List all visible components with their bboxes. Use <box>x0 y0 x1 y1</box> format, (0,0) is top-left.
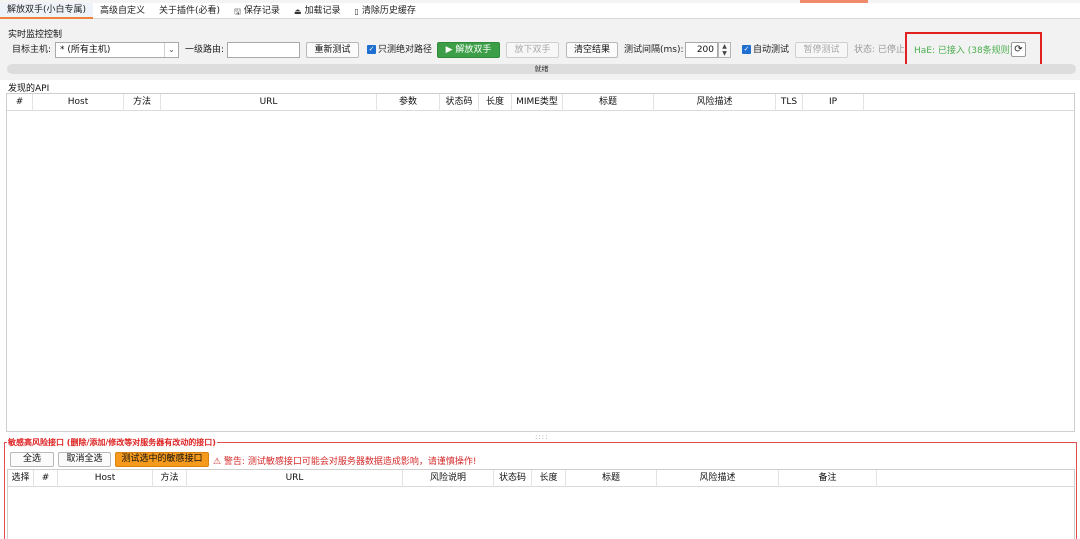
auto-test-checkbox[interactable]: ✓ <box>742 45 751 54</box>
col-risk[interactable]: 风险描述 <box>654 94 776 111</box>
retest-button[interactable]: 重新测试 <box>306 42 359 58</box>
spinner-arrows-icon[interactable]: ▲ ▼ <box>718 42 731 58</box>
col-mime[interactable]: MIME类型 <box>512 94 563 111</box>
sensitive-table: 选择 # Host 方法 URL 风险说明 状态码 长度 标题 风险描述 备注 <box>7 469 1075 539</box>
select-all-button[interactable]: 全选 <box>10 452 54 467</box>
split-handle[interactable]: :::: <box>535 433 548 441</box>
route-input[interactable] <box>227 42 300 58</box>
tab-clear-cache[interactable]: ▯ 清除历史缓存 <box>348 3 423 19</box>
tab-load-record[interactable]: ⏏ 加载记录 <box>287 3 348 19</box>
interval-input[interactable]: 200 ▲ ▼ <box>685 42 731 58</box>
auto-test-label: 自动测试 <box>753 45 790 55</box>
absolute-path-label: 只测绝对路径 <box>378 45 433 55</box>
tab-free-hands[interactable]: 解放双手(小白专属) <box>0 3 94 19</box>
tab-advanced[interactable]: 高级自定义 <box>93 3 152 19</box>
tab-save-record[interactable]: 🖫 保存记录 <box>227 3 287 19</box>
interval-label: 测试间隔(ms): <box>624 45 684 55</box>
col-select[interactable]: 选择 <box>8 470 34 487</box>
trash-icon: ▯ <box>354 6 359 16</box>
col-risk-note[interactable]: 风险说明 <box>403 470 494 487</box>
hae-status: HaE: 已接入 (38条规则) <box>914 46 1014 56</box>
col-length[interactable]: 长度 <box>479 94 512 111</box>
chevron-down-icon: ⌄ <box>164 43 178 57</box>
col-method[interactable]: 方法 <box>124 94 161 111</box>
test-selected-button[interactable]: 测试选中的敏感接口 <box>115 452 209 467</box>
col-host[interactable]: Host <box>58 470 153 487</box>
col-length[interactable]: 长度 <box>532 470 566 487</box>
absolute-path-checkbox[interactable]: ✓ <box>367 45 376 54</box>
main-tabs: 解放双手(小白专属) 高级自定义 关于插件(必看) 🖫 保存记录 ⏏ 加载记录 ▯ 清… <box>0 3 1080 19</box>
stop-button[interactable]: 放下双手 <box>506 42 559 58</box>
target-host-value: * (所有主机) <box>60 45 111 55</box>
folder-open-icon: ⏏ <box>293 6 302 16</box>
col-remark[interactable]: 备注 <box>779 470 877 487</box>
col-index[interactable]: # <box>7 94 33 111</box>
col-index[interactable]: # <box>34 470 58 487</box>
start-button[interactable]: ▶ 解放双手 <box>437 42 500 58</box>
monitor-title: 实时监控控制 <box>8 30 63 40</box>
progress-bar: 就绪 <box>7 64 1076 74</box>
col-risk[interactable]: 风险描述 <box>657 470 779 487</box>
clear-results-button[interactable]: 清空结果 <box>566 42 618 58</box>
col-params[interactable]: 参数 <box>377 94 440 111</box>
col-method[interactable]: 方法 <box>153 470 187 487</box>
sensitive-table-header: 选择 # Host 方法 URL 风险说明 状态码 长度 标题 风险描述 备注 <box>8 470 1074 487</box>
api-table-header: # Host 方法 URL 参数 状态码 长度 MIME类型 标题 风险描述 T… <box>7 94 1074 111</box>
col-url[interactable]: URL <box>161 94 377 111</box>
col-tls[interactable]: TLS <box>776 94 803 111</box>
sensitive-title: 敏感高风险接口 (删除/添加/修改等对服务器有改动的接口) <box>7 437 217 448</box>
progress-text: 就绪 <box>534 65 549 73</box>
deselect-all-button[interactable]: 取消全选 <box>58 452 111 467</box>
target-host-label: 目标主机: <box>12 45 52 55</box>
tab-about[interactable]: 关于插件(必看) <box>152 3 227 19</box>
route-label: 一级路由: <box>185 45 225 55</box>
api-table: # Host 方法 URL 参数 状态码 长度 MIME类型 标题 风险描述 T… <box>6 93 1075 432</box>
col-host[interactable]: Host <box>33 94 124 111</box>
col-ip[interactable]: IP <box>803 94 864 111</box>
pause-test-button[interactable]: 暂停测试 <box>795 42 848 58</box>
warning-text: ⚠ 警告: 测试敏感接口可能会对服务器数据造成影响，请谨慎操作! <box>213 457 477 467</box>
save-icon: 🖫 <box>234 6 241 16</box>
interval-value: 200 <box>696 45 714 55</box>
col-title[interactable]: 标题 <box>563 94 654 111</box>
refresh-icon[interactable]: ⟳ <box>1011 42 1026 57</box>
col-url[interactable]: URL <box>187 470 403 487</box>
col-status[interactable]: 状态码 <box>494 470 532 487</box>
col-title[interactable]: 标题 <box>566 470 657 487</box>
target-host-select[interactable]: * (所有主机) ⌄ <box>55 42 179 58</box>
col-status[interactable]: 状态码 <box>440 94 479 111</box>
status-text: 状态: 已停止 <box>854 45 905 55</box>
